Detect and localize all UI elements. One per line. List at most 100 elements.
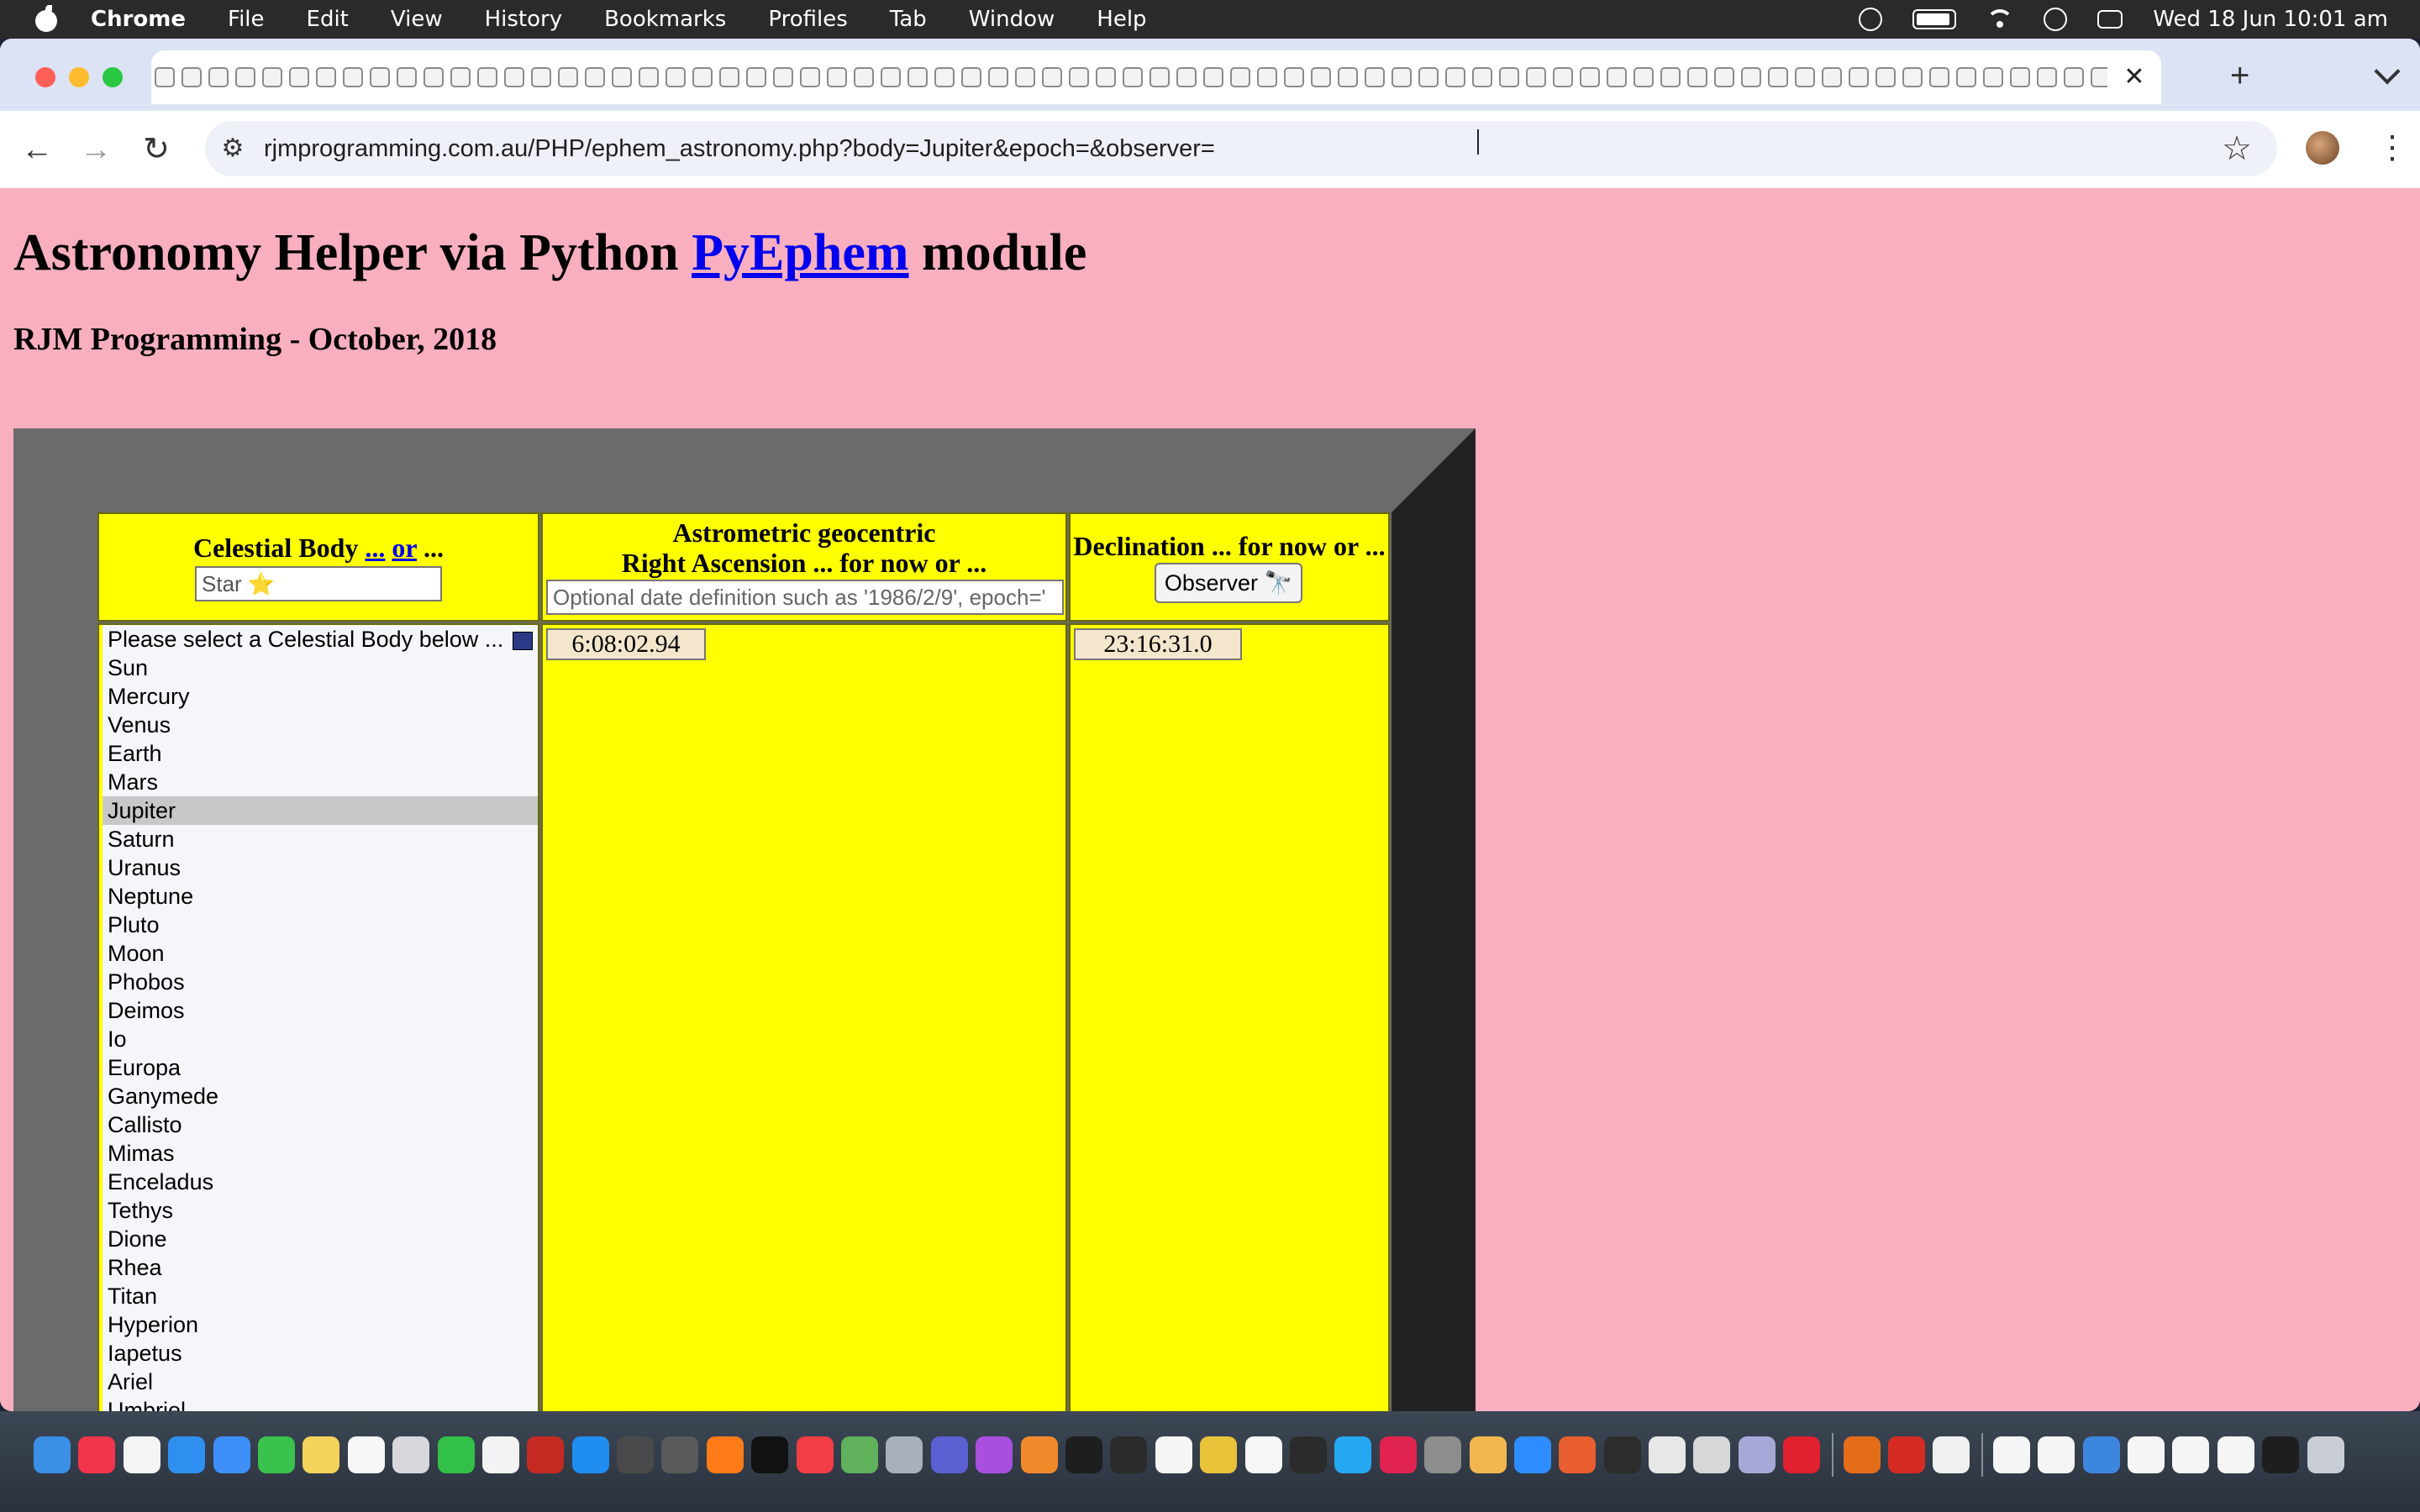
tab-favicon[interactable] [612, 67, 632, 87]
body-option[interactable]: Uranus [103, 853, 538, 882]
body-option[interactable]: Callisto [103, 1110, 538, 1139]
tab-favicon[interactable] [1741, 67, 1761, 87]
pyephem-link[interactable]: PyEphem [692, 224, 908, 281]
body-option[interactable]: Ganymede [103, 1082, 538, 1110]
body-option[interactable]: Ariel [103, 1368, 538, 1396]
tab-favicon[interactable] [961, 67, 981, 87]
tab-favicon[interactable] [585, 67, 605, 87]
observer-button[interactable]: Observer 🔭 [1155, 563, 1302, 603]
news-icon[interactable] [796, 1436, 834, 1473]
tab-favicon[interactable] [1768, 67, 1788, 87]
document-icon[interactable] [1244, 1436, 1282, 1473]
menu-profiles[interactable]: Profiles [768, 7, 847, 32]
books-icon[interactable] [1020, 1436, 1058, 1473]
tool-icon[interactable] [1693, 1436, 1731, 1473]
tab-favicon[interactable] [1311, 67, 1331, 87]
tab-favicon[interactable] [1015, 67, 1035, 87]
body-option[interactable]: Rhea [103, 1253, 538, 1282]
or-link[interactable]: or [392, 533, 417, 563]
list-prompt-option[interactable]: Please select a Celestial Body below ... [103, 625, 538, 654]
terminal-alt-icon[interactable] [1110, 1436, 1148, 1473]
celestial-body-select[interactable]: Please select a Celestial Body below ...… [103, 625, 538, 1411]
tab-favicon[interactable] [2037, 67, 2057, 87]
clock[interactable]: Wed 18 Jun 10:01 am [2153, 7, 2388, 32]
tab-favicon[interactable] [1203, 67, 1223, 87]
bookmark-star-icon[interactable]: ☆ [2222, 126, 2252, 171]
tab-favicon[interactable] [934, 67, 955, 87]
textedit-icon[interactable] [481, 1436, 519, 1473]
window-icon[interactable] [2172, 1436, 2210, 1473]
body-option[interactable]: Dione [103, 1225, 538, 1253]
camera-icon[interactable] [1603, 1436, 1641, 1473]
body-option[interactable]: Titan [103, 1282, 538, 1310]
music-icon[interactable] [78, 1436, 116, 1473]
new-tab-button[interactable]: + [2230, 59, 2249, 92]
window-icon[interactable] [1992, 1436, 2030, 1473]
chrome-icon[interactable] [1200, 1436, 1238, 1473]
apple-tv-icon[interactable] [751, 1436, 789, 1473]
tab-favicon[interactable] [1687, 67, 1707, 87]
search-icon[interactable] [2044, 8, 2068, 31]
tab-favicon[interactable] [1499, 67, 1519, 87]
body-option[interactable]: Hyperion [103, 1310, 538, 1339]
acrobat-icon[interactable] [1888, 1436, 1926, 1473]
body-option[interactable]: Tethys [103, 1196, 538, 1225]
menu-view[interactable]: View [391, 7, 443, 32]
tab-favicon[interactable] [1849, 67, 1869, 87]
tab-favicon[interactable] [1230, 67, 1250, 87]
mail-icon[interactable] [213, 1436, 250, 1473]
tab-favicon[interactable] [854, 67, 874, 87]
messages-icon[interactable] [257, 1436, 295, 1473]
freeform-icon[interactable] [347, 1436, 385, 1473]
intellij-icon[interactable] [1379, 1436, 1417, 1473]
tab-favicon[interactable] [988, 67, 1008, 87]
tab-favicon[interactable] [1257, 67, 1277, 87]
tab-favicon[interactable] [1660, 67, 1681, 87]
body-option[interactable]: Mars [103, 768, 538, 796]
wifi-icon[interactable] [1986, 9, 2014, 29]
close-tab-icon[interactable]: ✕ [2107, 50, 2161, 104]
body-option[interactable]: Enceladus [103, 1168, 538, 1196]
tab-favicon[interactable] [1069, 67, 1089, 87]
profile-avatar[interactable] [2306, 131, 2339, 165]
battery-icon[interactable] [1912, 9, 1957, 29]
paint-icon[interactable] [1469, 1436, 1507, 1473]
body-option[interactable]: Mimas [103, 1139, 538, 1168]
firefox-icon[interactable] [706, 1436, 744, 1473]
tab-favicon[interactable] [450, 67, 471, 87]
firefox-dev-icon[interactable] [1843, 1436, 1881, 1473]
tab-favicon[interactable] [1795, 67, 1815, 87]
terminal-icon[interactable] [1065, 1436, 1102, 1473]
tab-favicon[interactable] [881, 67, 901, 87]
tab-favicon[interactable] [531, 67, 551, 87]
tab-favicon[interactable] [1902, 67, 1923, 87]
settings-icon[interactable] [1424, 1436, 1462, 1473]
tab-favicon[interactable] [504, 67, 524, 87]
tab-favicon[interactable] [1365, 67, 1385, 87]
reminders-icon[interactable] [123, 1436, 160, 1473]
body-option[interactable]: Iapetus [103, 1339, 538, 1368]
window-icon[interactable] [2127, 1436, 2165, 1473]
tab-favicon[interactable] [343, 67, 363, 87]
body-option[interactable]: Saturn [103, 825, 538, 853]
facetime-icon[interactable] [437, 1436, 475, 1473]
menu-history[interactable]: History [485, 7, 563, 32]
folder-icon[interactable] [2082, 1436, 2120, 1473]
window-icon[interactable] [2038, 1436, 2075, 1473]
notes-icon[interactable] [302, 1436, 340, 1473]
tab-favicon[interactable] [773, 67, 793, 87]
tab-favicon[interactable] [182, 67, 202, 87]
body-option[interactable]: Phobos [103, 968, 538, 996]
calendar-icon[interactable] [1155, 1436, 1192, 1473]
body-option[interactable]: Deimos [103, 996, 538, 1025]
menu-chrome[interactable]: Chrome [91, 7, 186, 32]
address-bar[interactable]: ⚙ rjmprogramming.com.au/PHP/ephem_astron… [205, 121, 2277, 176]
bbedit-icon[interactable] [930, 1436, 968, 1473]
tab-favicon[interactable] [719, 67, 739, 87]
zoom-window-button[interactable] [103, 67, 123, 87]
trash-icon[interactable] [2307, 1436, 2344, 1473]
tab-favicon[interactable] [746, 67, 766, 87]
tab-search-chevron-icon[interactable] [2374, 58, 2401, 85]
safari-icon[interactable] [168, 1436, 206, 1473]
menu-help[interactable]: Help [1097, 7, 1146, 32]
